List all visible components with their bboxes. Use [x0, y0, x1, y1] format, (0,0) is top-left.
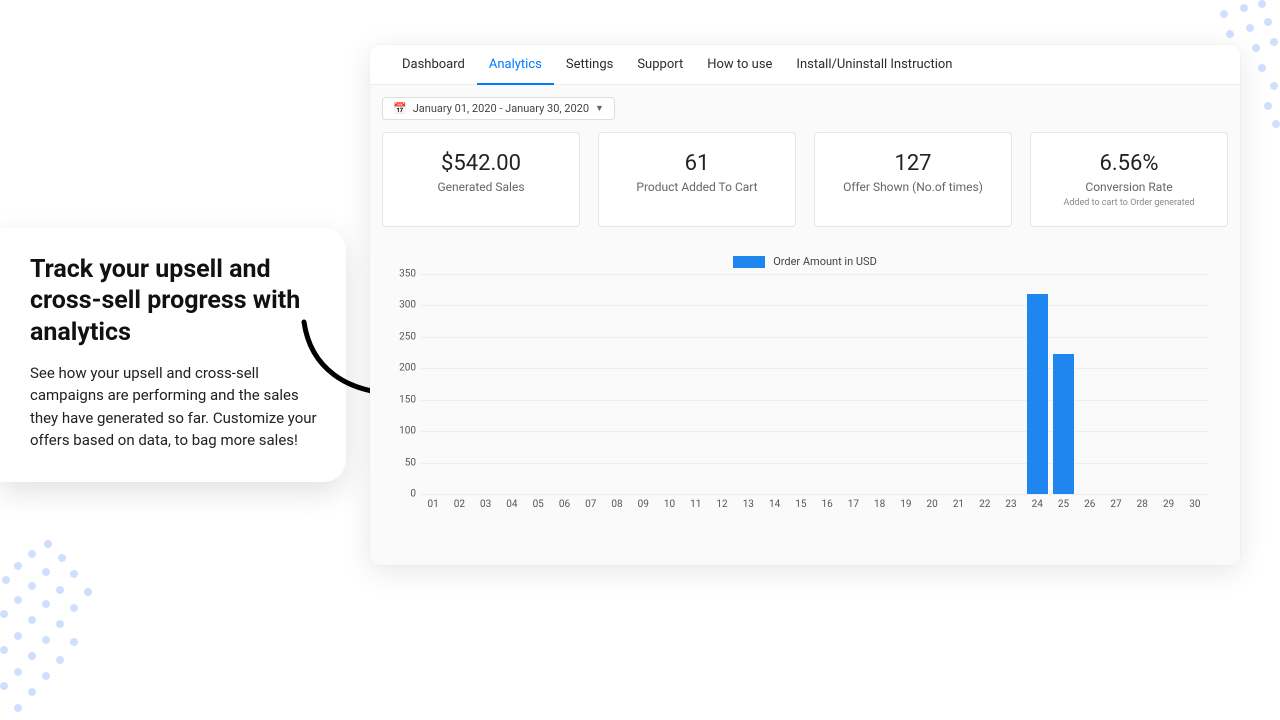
- tab-settings[interactable]: Settings: [554, 45, 625, 84]
- x-tick: 13: [735, 499, 761, 510]
- stat-card-1: 61 Product Added To Cart: [598, 132, 796, 227]
- x-tick: 06: [551, 499, 577, 510]
- chart-x-ticks: 0102030405060708091011121314151617181920…: [420, 499, 1208, 510]
- stat-value: 61: [607, 151, 787, 176]
- legend-label: Order Amount in USD: [773, 255, 877, 268]
- x-tick: 27: [1103, 499, 1129, 510]
- stat-label: Offer Shown (No.of times): [823, 180, 1003, 194]
- y-tick: 300: [399, 300, 416, 311]
- stat-value: 127: [823, 151, 1003, 176]
- x-tick: 07: [578, 499, 604, 510]
- promo-card: Track your upsell and cross-sell progres…: [0, 228, 346, 482]
- chart-y-ticks: 050100150200250300350: [392, 274, 418, 494]
- x-tick: 02: [446, 499, 472, 510]
- x-tick: 25: [1050, 499, 1076, 510]
- stat-card-3: 6.56% Conversion Rate Added to cart to Ord…: [1030, 132, 1228, 227]
- y-tick: 200: [399, 363, 416, 374]
- stat-value: $542.00: [391, 151, 571, 176]
- chart-bar: [1053, 354, 1074, 494]
- x-tick: 29: [1155, 499, 1181, 510]
- x-tick: 04: [499, 499, 525, 510]
- analytics-panel: DashboardAnalyticsSettingsSupportHow to …: [370, 45, 1240, 565]
- stat-value: 6.56%: [1039, 151, 1219, 176]
- chart-legend: Order Amount in USD: [392, 255, 1218, 268]
- y-tick: 150: [399, 394, 416, 405]
- x-tick: 10: [656, 499, 682, 510]
- y-tick: 250: [399, 331, 416, 342]
- y-tick: 0: [410, 489, 416, 500]
- x-tick: 11: [683, 499, 709, 510]
- x-tick: 30: [1182, 499, 1208, 510]
- x-tick: 26: [1077, 499, 1103, 510]
- x-tick: 01: [420, 499, 446, 510]
- tab-install-uninstall-instruction[interactable]: Install/Uninstall Instruction: [784, 45, 964, 84]
- stat-card-0: $542.00 Generated Sales: [382, 132, 580, 227]
- y-tick: 100: [399, 426, 416, 437]
- x-tick: 03: [473, 499, 499, 510]
- nav-tabs: DashboardAnalyticsSettingsSupportHow to …: [370, 45, 1240, 85]
- x-tick: 21: [945, 499, 971, 510]
- x-tick: 23: [998, 499, 1024, 510]
- chevron-down-icon: ▼: [595, 103, 604, 114]
- panel-body: 📅 January 01, 2020 - January 30, 2020 ▼ …: [370, 85, 1240, 565]
- tab-support[interactable]: Support: [625, 45, 695, 84]
- order-amount-chart: 050100150200250300350 010203040506070809…: [420, 274, 1208, 506]
- y-tick: 50: [405, 457, 416, 468]
- stat-cards: $542.00 Generated Sales 61 Product Added To…: [382, 132, 1228, 227]
- x-tick: 09: [630, 499, 656, 510]
- x-tick: 24: [1024, 499, 1050, 510]
- x-tick: 20: [919, 499, 945, 510]
- chart-bar: [1027, 294, 1048, 494]
- stat-label: Generated Sales: [391, 180, 571, 194]
- x-tick: 14: [761, 499, 787, 510]
- x-tick: 18: [867, 499, 893, 510]
- tab-dashboard[interactable]: Dashboard: [390, 45, 477, 84]
- stat-sublabel: Added to cart to Order generated: [1039, 198, 1219, 208]
- x-tick: 05: [525, 499, 551, 510]
- date-range-text: January 01, 2020 - January 30, 2020: [413, 102, 589, 115]
- stat-label: Product Added To Cart: [607, 180, 787, 194]
- stat-label: Conversion Rate: [1039, 180, 1219, 194]
- x-tick: 16: [814, 499, 840, 510]
- date-range-picker[interactable]: 📅 January 01, 2020 - January 30, 2020 ▼: [382, 97, 615, 120]
- x-tick: 08: [604, 499, 630, 510]
- x-tick: 19: [893, 499, 919, 510]
- tab-analytics[interactable]: Analytics: [477, 46, 554, 85]
- stat-card-2: 127 Offer Shown (No.of times): [814, 132, 1012, 227]
- x-tick: 22: [972, 499, 998, 510]
- chart-area: Order Amount in USD 05010015020025030035…: [382, 255, 1228, 506]
- calendar-icon: 📅: [393, 102, 407, 115]
- legend-swatch: [733, 256, 765, 268]
- x-tick: 15: [788, 499, 814, 510]
- tab-how-to-use[interactable]: How to use: [695, 45, 784, 84]
- decorative-dots-bl: [0, 540, 120, 720]
- x-tick: 12: [709, 499, 735, 510]
- promo-heading: Track your upsell and cross-sell progres…: [30, 254, 320, 348]
- chart-bars: [420, 274, 1208, 494]
- x-tick: 17: [840, 499, 866, 510]
- y-tick: 350: [399, 269, 416, 280]
- promo-body: See how your upsell and cross-sell campa…: [30, 362, 320, 452]
- x-tick: 28: [1129, 499, 1155, 510]
